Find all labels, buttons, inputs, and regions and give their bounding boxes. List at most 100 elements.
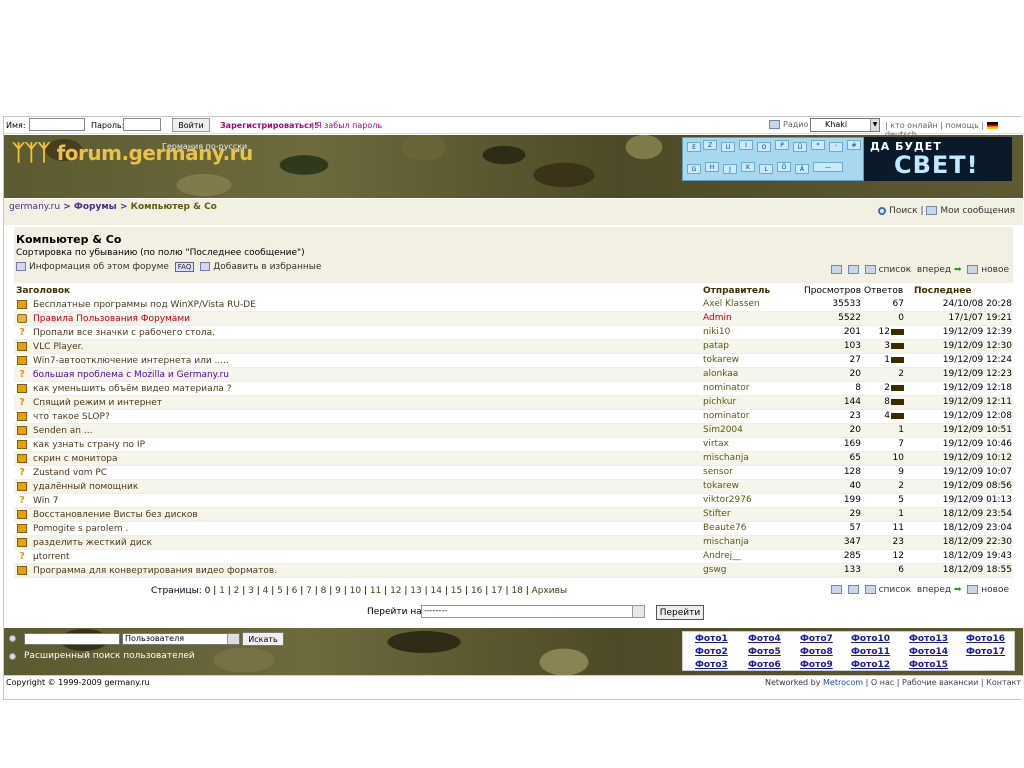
topic-title-link[interactable]: большая проблема с Mozilla и Germany.ru [33, 370, 229, 380]
name-input[interactable] [29, 118, 85, 131]
photo-link[interactable]: Фото3 [695, 660, 728, 670]
topic-title-link[interactable]: что такое SLOP? [33, 412, 110, 422]
photo-link[interactable]: Фото9 [800, 660, 833, 670]
user-search-input[interactable] [24, 633, 120, 645]
topic-title-link[interactable]: удалённый помощник [33, 482, 138, 492]
page-link[interactable]: 12 [390, 586, 401, 596]
banner-ad[interactable]: ДА БУДЕТ СВЕТ! [864, 137, 1012, 181]
page-link[interactable]: 10 [350, 586, 361, 596]
page-link[interactable]: 3 [248, 586, 254, 596]
radio-button[interactable] [9, 635, 16, 642]
photo-link[interactable]: Фото11 [851, 647, 890, 657]
photo-link[interactable]: Фото8 [800, 647, 833, 657]
page-link[interactable]: 18 [511, 586, 522, 596]
jump-button[interactable]: Перейти [656, 605, 704, 620]
list-link[interactable]: список [879, 585, 912, 595]
new-badge-icon[interactable] [891, 412, 904, 419]
topic-sender-link[interactable]: Stifter [703, 509, 731, 519]
skin-select[interactable]: Khaki ▼ [810, 118, 880, 132]
search-link[interactable]: Поиск [889, 206, 918, 216]
topic-title-link[interactable]: VLC Player. [33, 342, 83, 352]
page-link[interactable]: 14 [431, 586, 442, 596]
password-input[interactable] [123, 118, 161, 131]
faq-link[interactable]: FAQ [174, 262, 195, 272]
col-replies[interactable]: Ответов [864, 286, 903, 296]
topic-sender-link[interactable]: patap [703, 341, 729, 351]
topic-title-link[interactable]: Zustand vom PC [33, 468, 107, 478]
topic-sender-link[interactable]: Sim2004 [703, 425, 743, 435]
page-link[interactable]: 8 [321, 586, 327, 596]
topic-sender-link[interactable]: tokarew [703, 355, 739, 365]
page-link[interactable]: 4 [263, 586, 269, 596]
metrocom-link[interactable]: Metrocom [823, 678, 863, 687]
new-badge-icon[interactable] [891, 356, 904, 363]
topic-sender-link[interactable]: virtax [703, 439, 729, 449]
page-link[interactable]: 11 [370, 586, 381, 596]
photo-link[interactable]: Фото6 [748, 660, 781, 670]
topic-sender-link[interactable]: niki10 [703, 327, 730, 337]
topic-sender-link[interactable]: nominator [703, 383, 749, 393]
photo-link[interactable]: Фото14 [909, 647, 948, 657]
page-link[interactable]: 2 [234, 586, 240, 596]
photo-link[interactable]: Фото1 [695, 634, 728, 644]
page-link[interactable]: 17 [491, 586, 502, 596]
topic-title-link[interactable]: µtorrent [33, 552, 70, 562]
radio-button[interactable] [9, 653, 16, 660]
topic-sender-link[interactable]: nominator [703, 411, 749, 421]
new-topic-link[interactable]: новое [981, 265, 1009, 275]
topic-title-link[interactable]: Senden an ... [33, 426, 92, 436]
about-link[interactable]: О нас [871, 678, 894, 687]
col-sender[interactable]: Отправитель [703, 286, 770, 296]
topic-sender-link[interactable]: pichkur [703, 397, 736, 407]
login-button[interactable]: Войти [172, 118, 210, 132]
my-posts-link[interactable]: Мои сообщения [940, 206, 1015, 216]
new-badge-icon[interactable] [891, 384, 904, 391]
page-link[interactable]: 9 [335, 586, 341, 596]
page-link[interactable]: 16 [471, 586, 482, 596]
topic-title-link[interactable]: Спящий режим и интернет [33, 398, 162, 408]
photo-link[interactable]: Фото13 [909, 634, 948, 644]
topic-title-link[interactable]: Бесплатные программы под WinXP/Vista RU-… [33, 300, 256, 310]
print-icon[interactable] [847, 265, 859, 274]
topic-title-link[interactable]: Правила Пользования Форумами [33, 314, 190, 324]
photo-link[interactable]: Фото2 [695, 647, 728, 657]
user-search-button[interactable]: Искать [242, 632, 284, 646]
topic-title-link[interactable]: как узнать страну по IP [33, 440, 145, 450]
page-link[interactable]: 13 [410, 586, 421, 596]
contact-link[interactable]: Контакт [986, 678, 1021, 687]
breadcrumb-site[interactable]: germany.ru [9, 202, 60, 212]
page-link[interactable]: 15 [451, 586, 462, 596]
topic-sender-link[interactable]: gswg [703, 565, 726, 575]
post-icon[interactable] [830, 585, 842, 594]
list-link[interactable]: список [879, 265, 912, 275]
page-link[interactable]: 7 [306, 586, 312, 596]
photo-link[interactable]: Фото12 [851, 660, 890, 670]
topic-sender-link[interactable]: Andrej__ [703, 551, 741, 561]
archive-link[interactable]: Архивы [532, 586, 567, 596]
topic-title-link[interactable]: Pomogite s parolem . [33, 524, 128, 534]
topic-sender-link[interactable]: viktor2976 [703, 495, 752, 505]
topic-sender-link[interactable]: mischanja [703, 453, 749, 463]
col-last[interactable]: Последнее [914, 286, 971, 296]
topic-title-link[interactable]: как уменьшить объём видео материала ? [33, 384, 232, 394]
banner-keyboard-image[interactable]: E Z U I O P Ü * ' # G H J K L Ö Ä — [682, 137, 864, 181]
photo-link[interactable]: Фото5 [748, 647, 781, 657]
next-link[interactable]: вперед [917, 585, 951, 595]
help-link[interactable]: помощь [946, 121, 979, 130]
jobs-link[interactable]: Рабочие вакансии [902, 678, 978, 687]
topic-sender-link[interactable]: alonkaa [703, 369, 738, 379]
online-link[interactable]: кто онлайн [890, 121, 938, 130]
forgot-password-link[interactable]: Я забыл пароль [316, 121, 382, 130]
next-link[interactable]: вперед [917, 265, 951, 275]
topic-title-link[interactable]: разделить жесткий диск [33, 538, 152, 548]
new-badge-icon[interactable] [891, 328, 904, 335]
radio-link[interactable]: Радио [769, 120, 808, 129]
new-topic-link[interactable]: новое [981, 585, 1009, 595]
col-title[interactable]: Заголовок [16, 286, 70, 296]
user-type-select[interactable]: Пользователя [122, 633, 240, 645]
page-link[interactable]: 1 [219, 586, 225, 596]
topic-title-link[interactable]: Программа для конвертирования видео форм… [33, 566, 277, 576]
topic-sender-link[interactable]: tokarew [703, 481, 739, 491]
topic-sender-link[interactable]: Admin [703, 313, 732, 323]
photo-link[interactable]: Фото15 [909, 660, 948, 670]
